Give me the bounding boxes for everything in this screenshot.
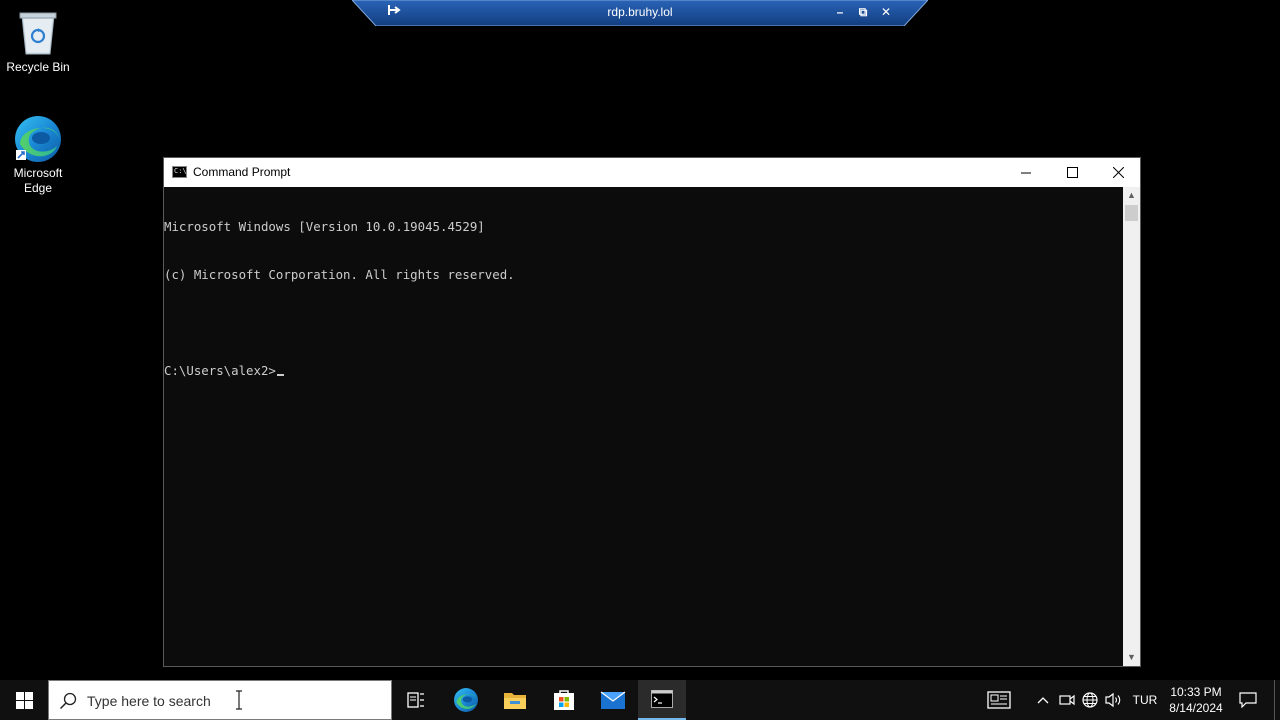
recycle-bin-icon — [0, 6, 76, 60]
command-prompt-icon — [651, 690, 673, 708]
mail-icon — [600, 691, 626, 709]
close-icon — [1112, 167, 1124, 178]
file-explorer-icon — [504, 693, 526, 709]
taskbar-command-prompt-button[interactable] — [638, 680, 686, 720]
meet-now-button[interactable] — [1057, 680, 1077, 720]
console-line: Microsoft Windows [Version 10.0.19045.45… — [164, 219, 485, 234]
edge-icon — [454, 688, 478, 712]
taskbar-store-button[interactable] — [540, 680, 588, 720]
recycle-bin-label: Recycle Bin — [6, 60, 70, 74]
edge-label: Microsoft Edge — [13, 166, 63, 195]
taskbar-file-explorer-button[interactable] — [491, 680, 539, 720]
news-icon — [987, 691, 1011, 709]
windows-logo-icon — [15, 691, 33, 709]
volume-button[interactable] — [1103, 680, 1125, 720]
desktop: Recycle Bin Microsoft Edge rdp.bruhy.lol… — [0, 0, 1280, 680]
console-line: (c) Microsoft Corporation. All rights re… — [164, 267, 515, 282]
network-status-button[interactable] — [1080, 680, 1100, 720]
store-icon — [554, 690, 574, 710]
input-language-indicator[interactable]: TUR — [1130, 680, 1160, 720]
text-cursor — [276, 374, 284, 376]
close-button[interactable] — [1095, 158, 1141, 187]
notification-icon — [1239, 692, 1257, 708]
rdp-minimize-button[interactable]: – — [830, 3, 850, 21]
rdp-restore-button[interactable]: ⧉ — [853, 3, 873, 21]
edge-icon — [0, 112, 76, 166]
news-and-interests-button[interactable] — [984, 680, 1014, 720]
task-view-button[interactable] — [392, 680, 440, 720]
globe-network-icon — [1082, 692, 1098, 708]
search-placeholder: Type here to search — [87, 693, 211, 709]
maximize-button[interactable] — [1049, 158, 1095, 187]
command-prompt-icon: C:\ — [172, 166, 187, 178]
taskbar: Type here to search TUR 10:33 PM 8/14/20… — [0, 680, 1280, 720]
speaker-icon — [1105, 692, 1121, 708]
start-button[interactable] — [0, 680, 48, 720]
recycle-bin-shortcut[interactable]: Recycle Bin — [0, 6, 76, 75]
meet-now-icon — [1059, 694, 1075, 706]
taskbar-search-box[interactable]: Type here to search — [48, 680, 392, 720]
edge-shortcut[interactable]: Microsoft Edge — [0, 112, 76, 196]
search-icon — [59, 692, 77, 710]
cmd-titlebar[interactable]: C:\ Command Prompt — [164, 158, 1140, 187]
rdp-connection-bar: rdp.bruhy.lol – ⧉ ✕ — [352, 0, 928, 26]
chevron-up-icon — [1037, 697, 1049, 704]
console-prompt-line: C:\Users\alex2> — [164, 363, 1123, 379]
scroll-down-arrow[interactable]: ▼ — [1123, 649, 1140, 666]
clock-time: 10:33 PM — [1170, 685, 1222, 699]
minimize-button[interactable] — [1003, 158, 1049, 187]
cmd-console-output[interactable]: Microsoft Windows [Version 10.0.19045.45… — [164, 187, 1123, 666]
command-prompt-window[interactable]: C:\ Command Prompt Microsoft Windows [Ve… — [163, 157, 1141, 667]
taskbar-mail-button[interactable] — [589, 680, 637, 720]
maximize-icon — [1066, 167, 1078, 178]
cmd-window-title: Command Prompt — [193, 165, 291, 179]
show-desktop-button[interactable] — [1274, 680, 1280, 720]
scroll-up-arrow[interactable]: ▲ — [1123, 187, 1140, 204]
show-hidden-icons-button[interactable] — [1034, 680, 1052, 720]
scroll-thumb[interactable] — [1125, 205, 1138, 221]
action-center-button[interactable] — [1234, 680, 1262, 720]
vertical-scrollbar[interactable]: ▲ ▼ — [1123, 187, 1140, 666]
rdp-close-button[interactable]: ✕ — [876, 3, 896, 21]
clock[interactable]: 10:33 PM 8/14/2024 — [1162, 680, 1230, 720]
console-prompt: C:\Users\alex2> — [164, 363, 276, 378]
minimize-icon — [1021, 172, 1031, 173]
clock-date: 8/14/2024 — [1169, 701, 1223, 715]
taskbar-edge-button[interactable] — [442, 680, 490, 720]
task-view-icon — [407, 692, 424, 708]
text-cursor-ibeam-icon — [236, 690, 242, 710]
